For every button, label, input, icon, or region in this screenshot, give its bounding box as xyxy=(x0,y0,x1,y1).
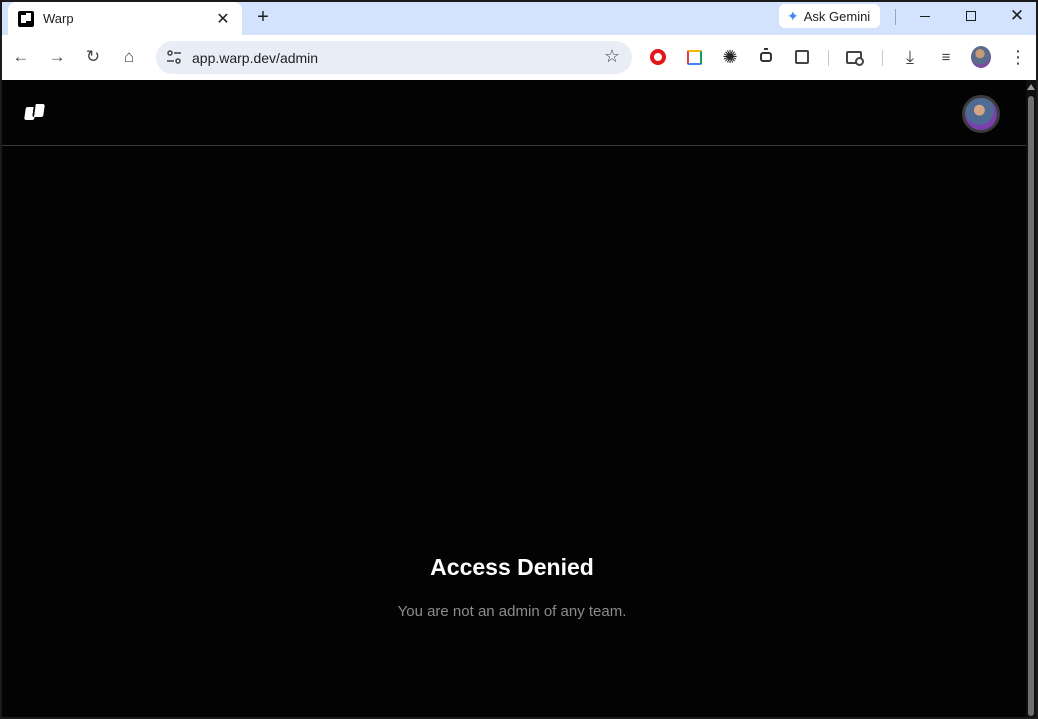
browser-menu-button[interactable]: ⋮ xyxy=(1008,47,1028,67)
back-button[interactable]: ← xyxy=(7,43,35,71)
minimize-button[interactable] xyxy=(902,2,948,30)
tab-title: Warp xyxy=(43,11,74,26)
media-controls-button[interactable]: ≡ xyxy=(936,47,956,67)
media-queue-icon: ≡ xyxy=(941,48,951,66)
address-bar[interactable]: app.warp.dev/admin ☆ xyxy=(156,41,632,74)
maximize-button[interactable] xyxy=(948,2,994,30)
browser-window: Warp ✕ + ✦ Ask Gemini ✕ ← → ↻ ⌂ app.warp… xyxy=(0,0,1038,719)
window-close-button[interactable]: ✕ xyxy=(994,2,1036,30)
gemini-sparkle-icon: ✦ xyxy=(787,7,799,24)
download-icon: ⤓ xyxy=(906,46,914,67)
site-settings-icon[interactable] xyxy=(166,49,182,65)
page-title: Access Denied xyxy=(430,554,594,580)
google-lens-button[interactable] xyxy=(844,47,864,67)
tab-close-icon[interactable]: ✕ xyxy=(214,9,232,29)
sun-extension-button[interactable]: ✺ xyxy=(720,47,740,67)
minimize-icon xyxy=(920,15,930,17)
kebab-menu-icon: ⋮ xyxy=(1009,47,1027,67)
bookmark-star-icon[interactable]: ☆ xyxy=(604,46,620,67)
user-avatar[interactable] xyxy=(962,95,1000,133)
warp-logo-icon[interactable] xyxy=(24,103,46,121)
page-scrollbar[interactable] xyxy=(1026,80,1036,717)
lens-icon xyxy=(846,50,864,66)
site-header xyxy=(2,80,1026,146)
ask-gemini-button[interactable]: ✦ Ask Gemini xyxy=(779,4,881,28)
palette-extension-button[interactable] xyxy=(684,47,704,67)
ask-gemini-label: Ask Gemini xyxy=(803,8,871,24)
extensions-button[interactable] xyxy=(792,47,812,67)
toolbar-divider xyxy=(882,50,883,66)
reload-button[interactable]: ↻ xyxy=(79,43,107,71)
opera-extension-button[interactable] xyxy=(648,47,668,67)
robot-icon xyxy=(760,48,772,62)
access-denied-message: You are not an admin of any team. xyxy=(397,603,627,620)
page-content: Access Denied You are not an admin of an… xyxy=(2,80,1026,717)
downloads-button[interactable]: ⤓ xyxy=(900,47,920,67)
scrollbar-thumb[interactable] xyxy=(1028,96,1034,716)
profile-avatar xyxy=(971,46,991,68)
new-tab-button[interactable]: + xyxy=(251,6,275,30)
palette-icon xyxy=(686,49,702,65)
tabstrip-divider xyxy=(895,9,896,25)
url-text[interactable]: app.warp.dev/admin xyxy=(192,50,318,66)
toolbar-divider xyxy=(828,50,829,66)
maximize-icon xyxy=(966,11,976,21)
tab-warp[interactable]: Warp ✕ xyxy=(8,2,242,35)
tab-strip: Warp ✕ + ✦ Ask Gemini ✕ xyxy=(2,2,1036,35)
robot-extension-button[interactable] xyxy=(756,47,776,67)
profile-button[interactable] xyxy=(971,46,991,68)
puzzle-icon xyxy=(795,50,809,64)
sun-icon: ✺ xyxy=(722,47,738,67)
opera-icon xyxy=(650,49,666,65)
warp-favicon-icon xyxy=(18,10,34,27)
forward-button[interactable]: → xyxy=(43,43,71,71)
browser-toolbar: ← → ↻ ⌂ app.warp.dev/admin ☆ ✺ ⤓ ≡ ⋮ xyxy=(2,35,1036,80)
home-button[interactable]: ⌂ xyxy=(115,43,143,71)
scroll-up-icon[interactable] xyxy=(1027,84,1035,90)
